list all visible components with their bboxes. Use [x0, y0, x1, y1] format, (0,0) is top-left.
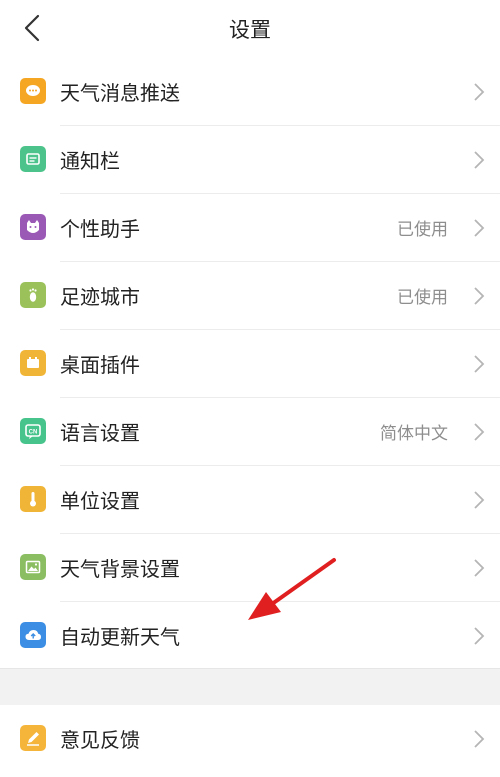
chevron-right-icon: [474, 83, 485, 101]
section-divider: [0, 668, 500, 706]
setting-value: 简体中文: [380, 424, 448, 444]
setting-personal-assistant[interactable]: 个性助手 已使用: [0, 194, 500, 262]
footprint-icon: [20, 282, 46, 308]
setting-value: 已使用: [397, 288, 448, 308]
setting-label: 意见反馈: [60, 728, 140, 752]
setting-label: 桌面插件: [60, 353, 140, 377]
chevron-right-icon: [474, 423, 485, 441]
setting-weather-push[interactable]: 天气消息推送: [0, 58, 500, 126]
setting-auto-update-weather[interactable]: 自动更新天气: [0, 602, 500, 670]
chevron-right-icon: [474, 151, 485, 169]
setting-label: 自动更新天气: [60, 625, 180, 649]
page-title: 设置: [229, 18, 271, 42]
setting-label: 单位设置: [60, 489, 140, 513]
chevron-right-icon: [474, 287, 485, 305]
header-bar: 设置: [0, 0, 500, 59]
setting-label: 足迹城市: [60, 285, 140, 309]
assistant-face-icon: [20, 214, 46, 240]
svg-text:CN: CN: [29, 429, 38, 435]
setting-desktop-widget[interactable]: 桌面插件: [0, 330, 500, 398]
chevron-right-icon: [474, 559, 485, 577]
setting-weather-background[interactable]: 天气背景设置: [0, 534, 500, 602]
setting-label: 语言设置: [60, 421, 140, 445]
settings-screen: 设置 天气消息推送 通知栏 个性助手 已使用 足迹城市 已使用 桌面插件 CN …: [0, 0, 500, 777]
image-icon: [20, 554, 46, 580]
setting-footprint-cities[interactable]: 足迹城市 已使用: [0, 262, 500, 330]
chevron-right-icon: [474, 730, 485, 748]
settings-list: 天气消息推送 通知栏 个性助手 已使用 足迹城市 已使用 桌面插件 CN 语言设…: [0, 58, 500, 670]
setting-language[interactable]: CN 语言设置 简体中文: [0, 398, 500, 466]
thermometer-icon: [20, 486, 46, 512]
chevron-right-icon: [474, 627, 485, 645]
setting-units[interactable]: 单位设置: [0, 466, 500, 534]
message-icon: [20, 78, 46, 104]
setting-notification-bar[interactable]: 通知栏: [0, 126, 500, 194]
chevron-right-icon: [474, 219, 485, 237]
setting-label: 个性助手: [60, 217, 140, 241]
setting-label: 天气背景设置: [60, 557, 180, 581]
setting-label: 天气消息推送: [60, 81, 180, 105]
setting-label: 通知栏: [60, 149, 120, 173]
setting-feedback[interactable]: 意见反馈: [0, 705, 500, 773]
notification-bar-icon: [20, 146, 46, 172]
widget-icon: [20, 350, 46, 376]
cloud-upload-icon: [20, 622, 46, 648]
settings-list-secondary: 意见反馈: [0, 705, 500, 773]
chevron-right-icon: [474, 491, 485, 509]
setting-value: 已使用: [397, 220, 448, 240]
feedback-edit-icon: [20, 725, 46, 751]
language-cn-icon: CN: [20, 418, 46, 444]
chevron-right-icon: [474, 355, 485, 373]
